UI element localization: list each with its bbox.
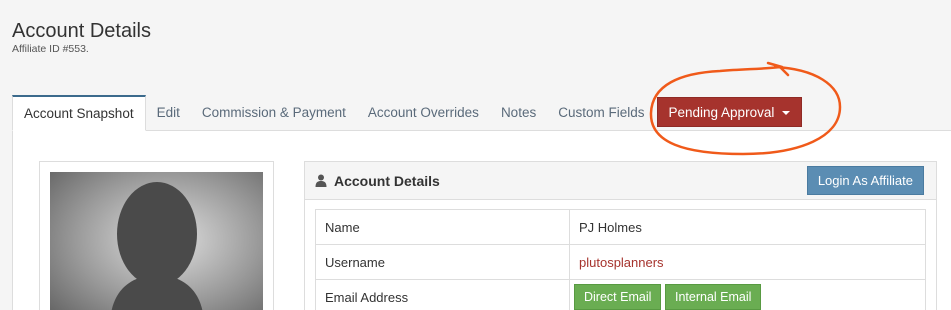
tab-content: Account Details Login As Affiliate Name … bbox=[12, 131, 951, 310]
username-link[interactable]: plutosplanners bbox=[569, 244, 926, 280]
email-address-label: Email Address bbox=[315, 279, 570, 310]
user-icon bbox=[315, 174, 327, 187]
avatar-frame bbox=[39, 161, 274, 310]
panel-title-text: Account Details bbox=[334, 172, 440, 189]
tab-notes[interactable]: Notes bbox=[490, 95, 547, 130]
avatar bbox=[50, 172, 263, 310]
account-details-panel: Account Details Login As Affiliate Name … bbox=[304, 161, 937, 310]
person-silhouette-icon bbox=[111, 182, 203, 310]
caret-down-icon bbox=[782, 111, 791, 115]
affiliate-id-subtitle: Affiliate ID #553. bbox=[12, 43, 89, 55]
page-header: Account Details Affiliate ID #553. bbox=[12, 19, 151, 56]
direct-email-button[interactable]: Direct Email bbox=[574, 284, 662, 310]
panel-heading: Account Details Login As Affiliate bbox=[305, 162, 936, 200]
name-label: Name bbox=[315, 209, 570, 245]
tab-bar: Account Snapshot Edit Commission & Payme… bbox=[12, 95, 951, 131]
tab-edit[interactable]: Edit bbox=[146, 95, 191, 130]
internal-email-button[interactable]: Internal Email bbox=[665, 284, 762, 310]
email-actions: Direct Email Internal Email bbox=[569, 279, 926, 310]
login-as-affiliate-button[interactable]: Login As Affiliate bbox=[806, 166, 924, 195]
pending-approval-label: Pending Approval bbox=[668, 104, 775, 120]
pending-approval-dropdown[interactable]: Pending Approval bbox=[656, 97, 803, 127]
tab-account-snapshot[interactable]: Account Snapshot bbox=[12, 95, 146, 131]
tab-account-overrides[interactable]: Account Overrides bbox=[357, 95, 490, 130]
page-title: Account Details bbox=[12, 20, 151, 42]
table-row: Name PJ Holmes bbox=[315, 209, 926, 245]
tab-custom-fields[interactable]: Custom Fields bbox=[547, 95, 644, 130]
details-table: Name PJ Holmes Username plutosplanners E… bbox=[315, 209, 926, 310]
tab-commission-payment[interactable]: Commission & Payment bbox=[191, 95, 357, 130]
username-label: Username bbox=[315, 244, 570, 280]
name-value: PJ Holmes bbox=[569, 209, 926, 245]
table-row: Username plutosplanners bbox=[315, 244, 926, 280]
panel-title: Account Details bbox=[315, 173, 440, 189]
table-row: Email Address Direct Email Internal Emai… bbox=[315, 279, 926, 310]
